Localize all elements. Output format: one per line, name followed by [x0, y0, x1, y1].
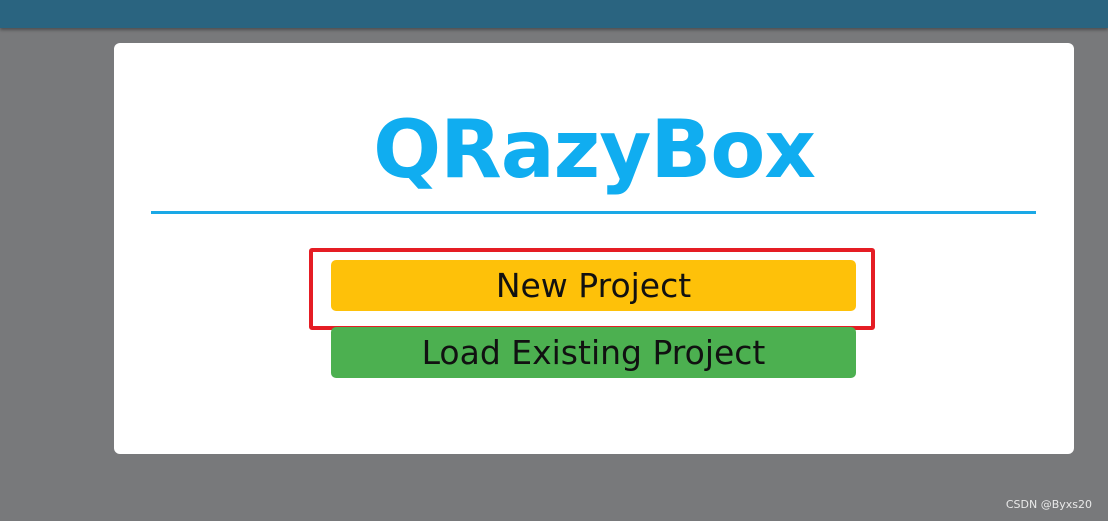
start-dialog: QRazyBox New Project Load Existing Proje… — [114, 43, 1074, 454]
watermark: CSDN @Byxs20 — [1005, 498, 1092, 511]
new-project-button[interactable]: New Project — [331, 260, 856, 311]
top-navigation-bar — [0, 0, 1108, 28]
logo-divider — [151, 211, 1036, 214]
load-existing-project-button[interactable]: Load Existing Project — [331, 327, 856, 378]
app-logo: QRazyBox — [373, 103, 816, 196]
